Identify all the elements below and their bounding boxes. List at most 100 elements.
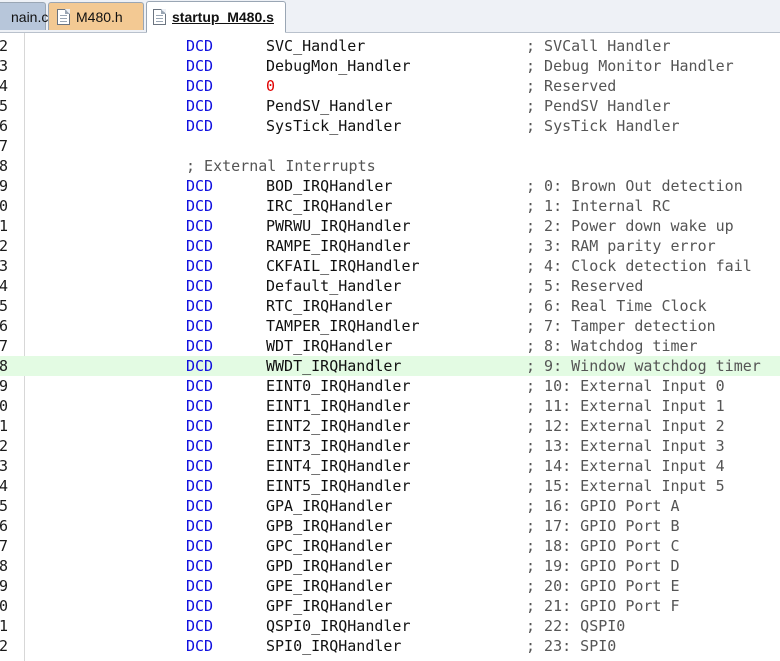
handler-symbol: EINT2_IRQHandler: [266, 417, 411, 435]
handler-symbol: WWDT_IRQHandler: [266, 357, 402, 375]
line-number: 2: [0, 437, 8, 455]
code-line[interactable]: 9 DCD GPE_IRQHandler ; 20: GPIO Port E: [0, 576, 780, 596]
directive-keyword: DCD: [186, 577, 214, 595]
code-line[interactable]: 1 DCD EINT2_IRQHandler ; 12: External Input…: [0, 416, 780, 436]
code-line[interactable]: 5 DCD GPA_IRQHandler ; 16: GPIO Port A: [0, 496, 780, 516]
directive-keyword: DCD: [186, 597, 214, 615]
line-number: 8: [0, 557, 8, 575]
line-comment: ; PendSV Handler: [526, 97, 671, 115]
code-line[interactable]: 2 DCD EINT3_IRQHandler ; 13: External Input…: [0, 436, 780, 456]
line-comment: ; 14: External Input 4: [526, 457, 725, 475]
line-number: 1: [0, 417, 8, 435]
line-number: 7: [0, 137, 8, 155]
code-editor[interactable]: 2 DCD SVC_Handler ; SVCall Handler 3 DCD Debug…: [0, 33, 780, 661]
code-line[interactable]: 8 DCD GPD_IRQHandler ; 19: GPIO Port D: [0, 556, 780, 576]
directive-keyword: DCD: [186, 557, 214, 575]
code-line[interactable]: 7 DCD WDT_IRQHandler ; 8: Watchdog timer: [0, 336, 780, 356]
line-comment: ; 20: GPIO Port E: [526, 577, 680, 595]
line-number: 3: [0, 57, 8, 75]
handler-symbol: DebugMon_Handler: [266, 57, 411, 75]
handler-symbol: TAMPER_IRQHandler: [266, 317, 420, 335]
line-number: 5: [0, 297, 8, 315]
file-icon: [153, 9, 166, 25]
line-number: 5: [0, 497, 8, 515]
line-number: 1: [0, 617, 8, 635]
line-comment: ; 6: Real Time Clock: [526, 297, 707, 315]
line-number: 2: [0, 37, 8, 55]
handler-symbol: EINT3_IRQHandler: [266, 437, 411, 455]
line-number: 0: [0, 397, 8, 415]
code-line[interactable]: 0 DCD EINT1_IRQHandler ; 11: External Input…: [0, 396, 780, 416]
line-comment: ; 2: Power down wake up: [526, 217, 734, 235]
code-line[interactable]: 4 DCD EINT5_IRQHandler ; 15: External Input…: [0, 476, 780, 496]
code-line[interactable]: 2 DCD SPI0_IRQHandler ; 23: SPI0: [0, 636, 780, 656]
code-line[interactable]: 6 DCD TAMPER_IRQHandler ; 7: Tamper detecti…: [0, 316, 780, 336]
line-comment: ; 11: External Input 1: [526, 397, 725, 415]
line-comment: ; 5: Reserved: [526, 277, 644, 295]
directive-keyword: DCD: [186, 337, 214, 355]
line-comment: ; 4: Clock detection fail: [526, 257, 752, 275]
code-line[interactable]: 5 DCD PendSV_Handler ; PendSV Handler: [0, 96, 780, 116]
line-number: 2: [0, 637, 8, 655]
line-number: 7: [0, 337, 8, 355]
line-comment: ; 7: Tamper detection: [526, 317, 716, 335]
code-line[interactable]: 4 DCD Default_Handler ; 5: Reserved: [0, 276, 780, 296]
code-line[interactable]: 6 DCD GPB_IRQHandler ; 17: GPIO Port B: [0, 516, 780, 536]
tab-startup-m480-s[interactable]: startup_M480.s: [146, 1, 286, 33]
handler-symbol: GPF_IRQHandler: [266, 597, 393, 615]
code-line[interactable]: 2 DCD SVC_Handler ; SVCall Handler: [0, 36, 780, 56]
handler-symbol: GPB_IRQHandler: [266, 517, 393, 535]
line-number: 1: [0, 217, 8, 235]
directive-keyword: DCD: [186, 177, 214, 195]
code-line[interactable]: 9 DCD BOD_IRQHandler ; 0: Brown Out detecti…: [0, 176, 780, 196]
line-number: 8: [0, 357, 8, 375]
tab-startup-m480-s-label: startup_M480.s: [172, 9, 274, 25]
line-comment: ; 17: GPIO Port B: [526, 517, 680, 535]
directive-keyword: DCD: [186, 517, 214, 535]
numeric-literal: 0: [266, 77, 276, 95]
code-line[interactable]: 3 DCD CKFAIL_IRQHandler ; 4: Clock detectio…: [0, 256, 780, 276]
code-line[interactable]: 7 DCD GPC_IRQHandler ; 18: GPIO Port C: [0, 536, 780, 556]
handler-symbol: EINT0_IRQHandler: [266, 377, 411, 395]
code-line[interactable]: 2 DCD RAMPE_IRQHandler ; 3: RAM parity erro…: [0, 236, 780, 256]
directive-keyword: DCD: [186, 237, 214, 255]
directive-keyword: DCD: [186, 637, 214, 655]
directive-keyword: DCD: [186, 197, 214, 215]
code-line[interactable]: 1 DCD QSPI0_IRQHandler ; 22: QSPI0: [0, 616, 780, 636]
code-line[interactable]: 3 DCD EINT4_IRQHandler ; 14: External Input…: [0, 456, 780, 476]
line-number: 0: [0, 197, 8, 215]
line-comment: ; 13: External Input 3: [526, 437, 725, 455]
directive-keyword: DCD: [186, 617, 214, 635]
handler-symbol: RTC_IRQHandler: [266, 297, 393, 315]
directive-keyword: DCD: [186, 117, 214, 135]
directive-keyword: DCD: [186, 57, 214, 75]
line-number: 4: [0, 277, 8, 295]
code-line[interactable]: 4 DCD 0 ; Reserved: [0, 76, 780, 96]
code-line[interactable]: 3 DCD DebugMon_Handler ; Debug Monitor Hand…: [0, 56, 780, 76]
code-line[interactable]: 0 DCD GPF_IRQHandler ; 21: GPIO Port F: [0, 596, 780, 616]
section-comment: ; External Interrupts: [186, 157, 376, 175]
tab-main-c[interactable]: nain.c: [0, 2, 48, 30]
line-number: 9: [0, 377, 8, 395]
code-line[interactable]: 8 ; External Interrupts: [0, 156, 780, 176]
line-number: 9: [0, 177, 8, 195]
directive-keyword: DCD: [186, 417, 214, 435]
directive-keyword: DCD: [186, 377, 214, 395]
handler-symbol: EINT4_IRQHandler: [266, 457, 411, 475]
code-line[interactable]: 6 DCD SysTick_Handler ; SysTick Handler: [0, 116, 780, 136]
tab-m480-h[interactable]: M480.h: [48, 2, 144, 30]
code-line[interactable]: 7: [0, 136, 780, 156]
handler-symbol: SPI0_IRQHandler: [266, 637, 402, 655]
code-line[interactable]: 9 DCD EINT0_IRQHandler ; 10: External Input…: [0, 376, 780, 396]
code-line-current[interactable]: 8 DCD WWDT_IRQHandler ; 9: Window watchdog …: [0, 356, 780, 376]
line-comment: ; 0: Brown Out detection: [526, 177, 743, 195]
code-line[interactable]: 0 DCD IRC_IRQHandler ; 1: Internal RC: [0, 196, 780, 216]
directive-keyword: DCD: [186, 457, 214, 475]
directive-keyword: DCD: [186, 97, 214, 115]
code-line[interactable]: 5 DCD RTC_IRQHandler ; 6: Real Time Clock: [0, 296, 780, 316]
code-line[interactable]: 1 DCD PWRWU_IRQHandler ; 2: Power down wake…: [0, 216, 780, 236]
handler-symbol: QSPI0_IRQHandler: [266, 617, 411, 635]
line-comment: ; 21: GPIO Port F: [526, 597, 680, 615]
tab-m480-h-label: M480.h: [76, 8, 123, 25]
line-comment: ; 19: GPIO Port D: [526, 557, 680, 575]
